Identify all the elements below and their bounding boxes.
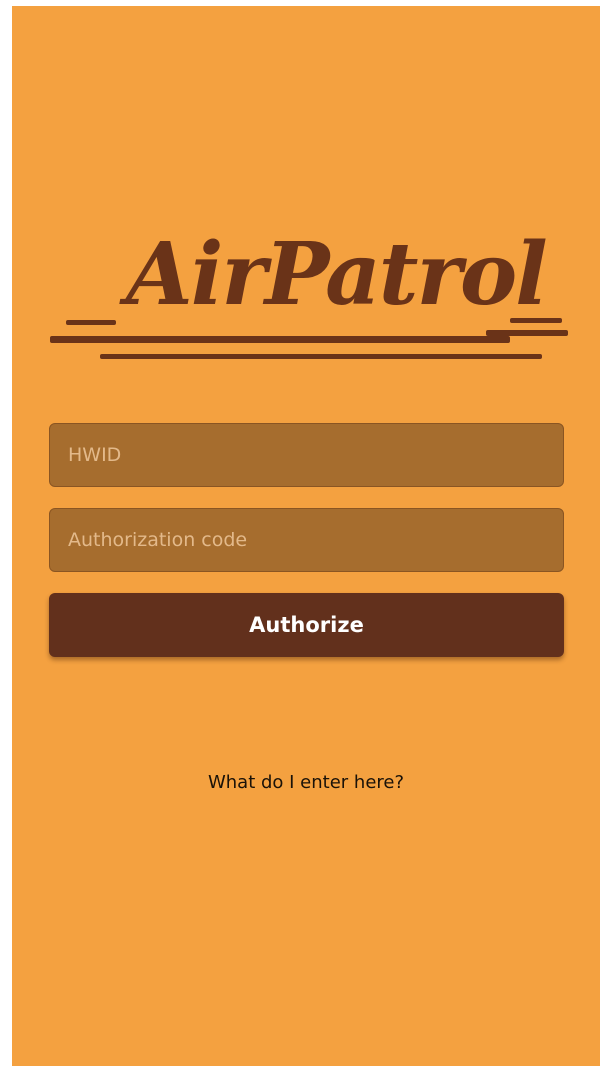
airpatrol-logo: AirPatrol — [48, 232, 568, 372]
authorization-code-input[interactable] — [49, 508, 564, 572]
logo-stripe — [510, 318, 562, 323]
authorize-button[interactable]: Authorize — [49, 593, 564, 657]
logo-stripe — [50, 336, 510, 343]
help-link[interactable]: What do I enter here? — [12, 772, 600, 793]
logo-stripe — [486, 330, 568, 336]
hwid-input[interactable] — [49, 423, 564, 487]
logo-wordmark: AirPatrol — [126, 224, 548, 325]
logo-stripe — [66, 320, 116, 325]
login-screen: AirPatrol Authorize What do I enter here… — [12, 6, 600, 1066]
logo-stripe — [100, 354, 542, 359]
